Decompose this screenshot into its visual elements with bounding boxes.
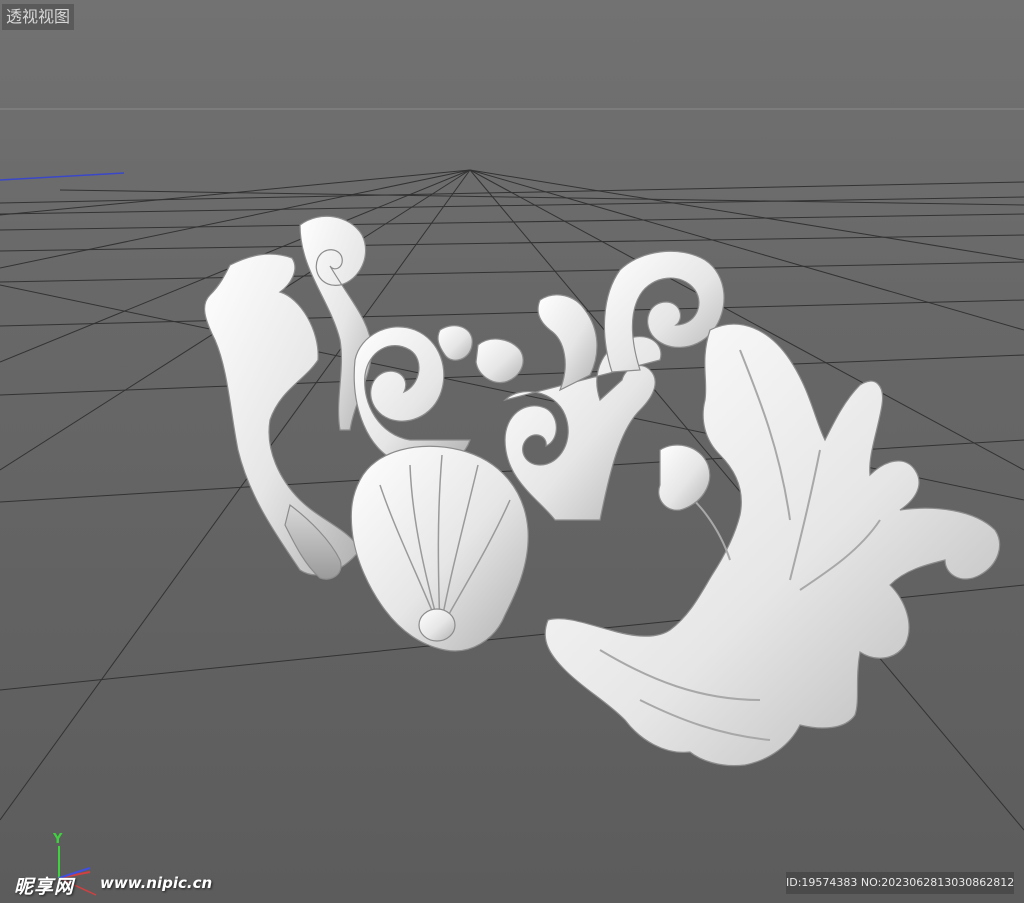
scene-canvas[interactable] bbox=[0, 0, 1024, 903]
perspective-viewport[interactable]: 透视视图 Y 昵享网 www.nipic.cn ID:19574383 NO:2… bbox=[0, 0, 1024, 903]
z-axis-line bbox=[0, 172, 125, 181]
ornament-right-lobe bbox=[658, 444, 711, 511]
ornament-acanthus-upper bbox=[537, 294, 598, 392]
watermark-url: www.nipic.cn bbox=[100, 874, 213, 892]
ornament-small-bud bbox=[437, 325, 473, 361]
ornament-right-bud bbox=[475, 338, 524, 384]
watermark-id: ID:19574383 NO:20230628130308628128 bbox=[786, 872, 1014, 894]
watermark-logo: 昵享网 bbox=[14, 876, 75, 898]
viewport-title[interactable]: 透视视图 bbox=[2, 4, 75, 30]
shell-knob bbox=[418, 608, 456, 642]
axis-y-label: Y bbox=[53, 832, 63, 847]
carved-ornament-model[interactable] bbox=[203, 215, 1001, 767]
